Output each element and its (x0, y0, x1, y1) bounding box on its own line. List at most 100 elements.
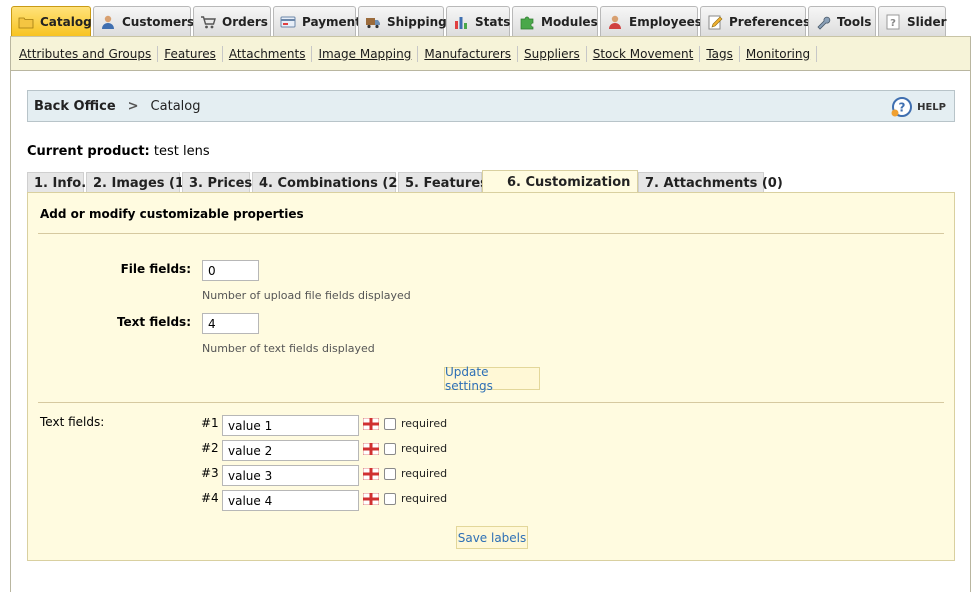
subnav-suppliers[interactable]: Suppliers (518, 45, 587, 62)
tab-label: Customers (122, 15, 195, 29)
main-menu: Catalog Customers Orders Payment Shippin… (0, 0, 974, 37)
tab-preferences[interactable]: Preferences (700, 6, 810, 37)
tab-features[interactable]: 5. Features (398, 172, 488, 193)
tab-label: Catalog (40, 15, 92, 29)
tab-customization[interactable]: 6. Customization (482, 170, 638, 194)
text-field-row: #3 required (201, 465, 461, 486)
pencil-icon (708, 15, 723, 30)
breadcrumb-current: Catalog (150, 98, 201, 114)
subnav-attachments[interactable]: Attachments (223, 45, 313, 62)
required-checkbox[interactable] (384, 468, 396, 480)
required-label: required (401, 417, 448, 430)
user-icon (102, 15, 114, 29)
tab-tools[interactable]: Tools (808, 6, 876, 37)
tab-catalog[interactable]: Catalog (11, 6, 92, 37)
text-fields-hint: Number of text fields displayed (202, 342, 375, 355)
svg-text:?: ? (899, 101, 906, 115)
tab-payment[interactable]: Payment (273, 6, 361, 37)
tab-slider[interactable]: ? Slider (878, 6, 947, 37)
uk-flag-icon[interactable] (363, 493, 379, 505)
breadcrumb-home[interactable]: Back Office (34, 99, 116, 114)
tab-employees[interactable]: Employees (600, 6, 702, 37)
subnav-image-mapping[interactable]: Image Mapping (312, 45, 419, 62)
text-field-row: #1 required (201, 415, 461, 436)
divider (38, 233, 944, 234)
truck-icon (366, 18, 380, 29)
breadcrumb-separator-icon: > (127, 98, 139, 114)
tab-label: Slider (907, 15, 947, 29)
uk-flag-icon[interactable] (363, 443, 379, 455)
breadcrumb: Back Office > Catalog ? HELP (27, 90, 955, 122)
wrench-icon (817, 16, 831, 30)
tab-label: Orders (222, 15, 268, 29)
uk-flag-icon[interactable] (363, 418, 379, 430)
file-fields-label: File fields: (120, 262, 191, 276)
tab-label: Stats (475, 15, 511, 29)
panel-title: Add or modify customizable properties (40, 207, 304, 221)
current-product: Current product: test lens (27, 144, 210, 159)
text-field-input[interactable] (222, 415, 359, 436)
current-product-label: Current product: (27, 144, 150, 159)
text-fields-section-label: Text fields: (40, 415, 105, 429)
required-checkbox[interactable] (384, 493, 396, 505)
tab-stats[interactable]: Stats (446, 6, 510, 37)
text-field-number: #2 (201, 441, 219, 455)
tab-label: Modules (541, 15, 598, 29)
employee-icon (609, 15, 621, 29)
customization-panel: Add or modify customizable properties Fi… (27, 192, 955, 561)
subnav-attributes-and-groups[interactable]: Attributes and Groups (17, 45, 159, 62)
tab-images[interactable]: 2. Images (1) (86, 172, 190, 193)
save-labels-button[interactable]: Save labels (456, 526, 528, 549)
svg-text:?: ? (890, 18, 896, 29)
required-label: required (401, 442, 448, 455)
text-field-number: #1 (201, 416, 219, 430)
file-fields-input[interactable] (202, 260, 259, 281)
file-fields-hint: Number of upload file fields displayed (202, 289, 411, 302)
text-field-input[interactable] (222, 465, 359, 486)
sub-navigation: Attributes and Groups Features Attachmen… (10, 36, 971, 71)
tab-label: Shipping (387, 15, 447, 29)
required-label: required (401, 467, 448, 480)
bar-chart-icon (455, 17, 467, 29)
required-checkbox[interactable] (384, 443, 396, 455)
cart-icon (201, 16, 216, 29)
tab-customers[interactable]: Customers (93, 6, 195, 37)
subnav-tags[interactable]: Tags (700, 45, 740, 62)
tab-shipping[interactable]: Shipping (358, 6, 447, 37)
subnav-stock-movement[interactable]: Stock Movement (587, 45, 701, 62)
tab-combinations[interactable]: 4. Combinations (27) (252, 172, 412, 193)
tab-modules[interactable]: Modules (512, 6, 598, 37)
subnav-features[interactable]: Features (158, 45, 223, 62)
folder-icon (18, 17, 34, 29)
current-product-name: test lens (153, 144, 210, 159)
required-label: required (401, 492, 448, 505)
required-checkbox[interactable] (384, 418, 396, 430)
subnav-monitoring[interactable]: Monitoring (740, 45, 818, 62)
tab-attachments[interactable]: 7. Attachments (0) (638, 172, 783, 193)
tab-label: Employees (629, 15, 702, 29)
text-field-input[interactable] (222, 440, 359, 461)
text-field-row: #2 required (201, 440, 461, 461)
puzzle-icon (520, 16, 534, 30)
text-fields-input[interactable] (202, 313, 259, 334)
card-icon (280, 16, 296, 28)
divider (38, 402, 944, 403)
question-icon: ? (886, 14, 900, 30)
help-button[interactable]: ? HELP (890, 96, 946, 118)
text-field-input[interactable] (222, 490, 359, 511)
help-icon: ? (891, 97, 913, 117)
help-label: HELP (917, 101, 946, 113)
subnav-manufacturers[interactable]: Manufacturers (418, 45, 519, 62)
tab-label: Preferences (729, 15, 811, 29)
uk-flag-icon[interactable] (363, 468, 379, 480)
tab-orders[interactable]: Orders (193, 6, 271, 37)
tab-label: Tools (837, 15, 872, 29)
tab-label: Payment (302, 15, 361, 29)
tab-info[interactable]: 1. Info. (27, 172, 86, 193)
tab-prices[interactable]: 3. Prices (182, 172, 252, 193)
text-field-number: #4 (201, 491, 219, 505)
text-fields-label: Text fields: (116, 315, 191, 329)
update-settings-button[interactable]: Update settings (444, 365, 540, 393)
text-field-number: #3 (201, 466, 219, 480)
text-field-row: #4 required (201, 490, 461, 511)
